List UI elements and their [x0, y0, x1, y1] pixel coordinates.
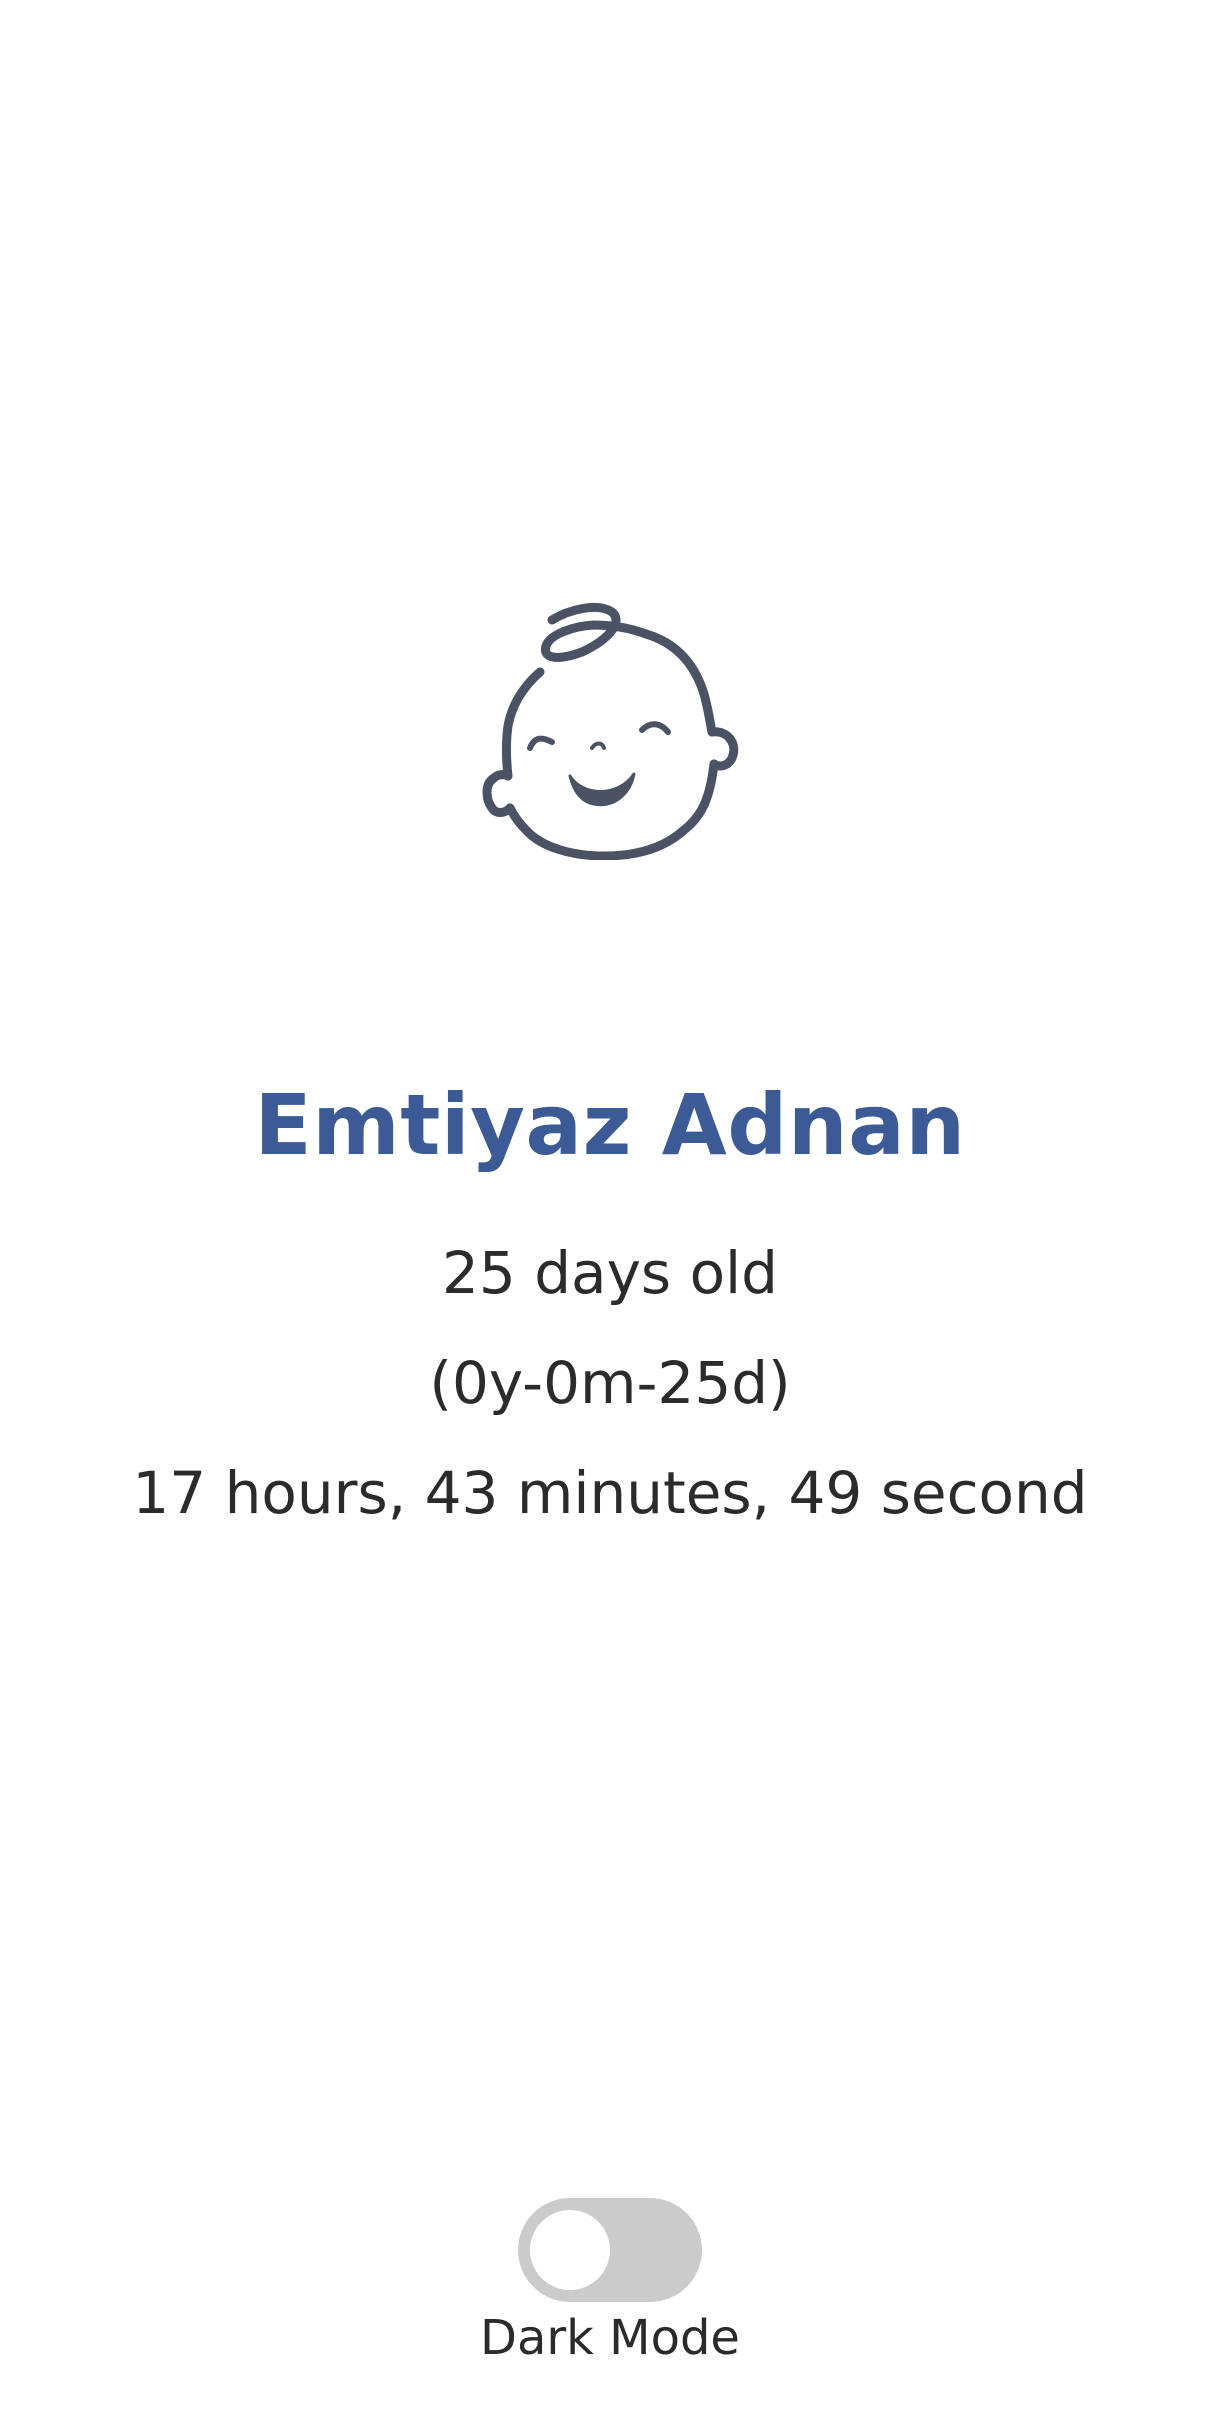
baby-name: Emtiyaz Adnan	[254, 1076, 966, 1174]
age-ymd-text: (0y-0m-25d)	[429, 1349, 791, 1417]
age-time-text: 17 hours, 43 minutes, 49 second	[132, 1459, 1088, 1527]
age-days-text: 25 days old	[442, 1239, 778, 1307]
dark-mode-toggle[interactable]	[518, 2198, 702, 2302]
dark-mode-label: Dark Mode	[480, 2310, 740, 2366]
baby-face-icon	[470, 598, 752, 860]
toggle-knob	[530, 2210, 610, 2290]
